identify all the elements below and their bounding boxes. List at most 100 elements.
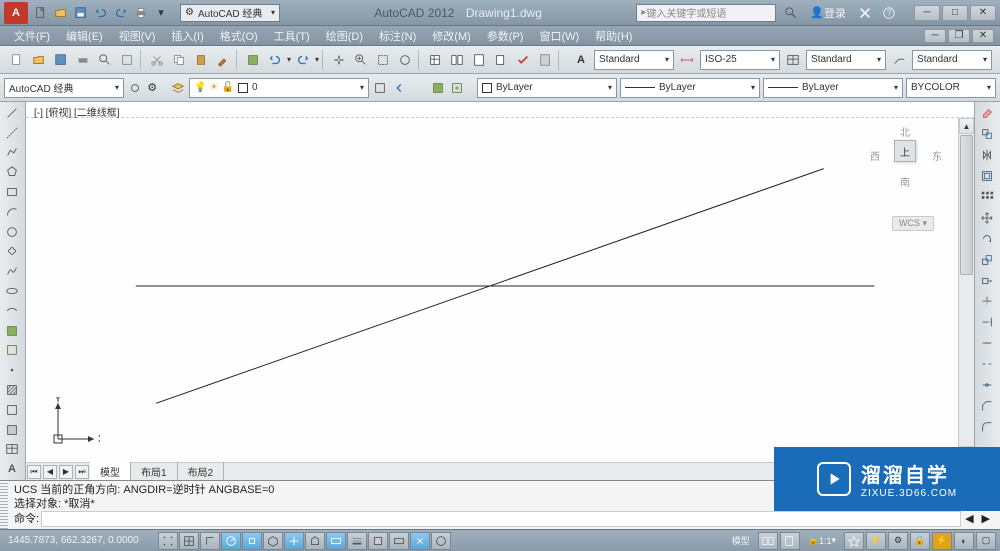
tpy-toggle[interactable] — [368, 532, 388, 550]
layer-dropdown[interactable]: 💡 ☀ 🔓 0 ▾ — [189, 78, 369, 98]
color-dropdown[interactable]: ByLayer▾ — [477, 78, 617, 98]
menu-window[interactable]: 窗口(W) — [531, 26, 587, 46]
workspace-dropdown[interactable]: ⚙ AutoCAD 经典 ▾ — [180, 4, 280, 22]
zoom-window-button[interactable] — [373, 50, 393, 70]
insert-block-button[interactable] — [430, 78, 446, 98]
mleader-style-dropdown[interactable]: Standard▾ — [912, 50, 992, 70]
gradient-tool[interactable] — [2, 401, 22, 419]
insert-block-tool[interactable] — [2, 322, 22, 340]
exchange-icon[interactable] — [856, 4, 874, 22]
doc-minimize-button[interactable]: ─ — [924, 29, 946, 43]
save-icon[interactable] — [72, 4, 90, 22]
drawing-canvas[interactable]: Y X 北 西 东 南 上 WCS ▾ ▲ ▼ — [26, 118, 974, 462]
am-toggle[interactable] — [431, 532, 451, 550]
tab-model[interactable]: 模型 — [90, 462, 131, 481]
rotate-tool[interactable] — [977, 229, 997, 248]
linetype-dropdown[interactable]: ByLayer▾ — [620, 78, 760, 98]
gear-button[interactable]: ⚙ — [146, 78, 158, 98]
tool-palettes-button[interactable] — [469, 50, 489, 70]
clean-screen-icon[interactable]: ▢ — [976, 532, 996, 550]
menu-view[interactable]: 视图(V) — [111, 26, 164, 46]
new-icon[interactable] — [32, 4, 50, 22]
textstyle-icon[interactable]: A — [571, 50, 591, 70]
zoom-previous-button[interactable] — [395, 50, 415, 70]
make-block-button[interactable] — [449, 78, 465, 98]
hatch-tool[interactable] — [2, 381, 22, 399]
polygon-tool[interactable] — [2, 163, 22, 181]
viewcube-top[interactable]: 上 — [894, 140, 916, 162]
scale-tool[interactable] — [977, 250, 997, 269]
menu-param[interactable]: 参数(P) — [479, 26, 532, 46]
preview-button[interactable] — [95, 50, 115, 70]
maximize-button[interactable]: □ — [942, 5, 968, 21]
quickcalc-button[interactable] — [535, 50, 555, 70]
menu-insert[interactable]: 插入(I) — [163, 26, 211, 46]
menu-edit[interactable]: 编辑(E) — [58, 26, 111, 46]
menu-help[interactable]: 帮助(H) — [587, 26, 640, 46]
doc-close-button[interactable]: ✕ — [972, 29, 994, 43]
doc-restore-button[interactable]: ❐ — [948, 29, 970, 43]
tab-prev-button[interactable]: ◀ — [43, 465, 57, 479]
tab-layout2[interactable]: 布局2 — [178, 462, 225, 481]
login-button[interactable]: 👤 登录 — [806, 4, 850, 22]
lineweight-dropdown[interactable]: ByLayer▾ — [763, 78, 903, 98]
break-at-point-tool[interactable] — [977, 334, 997, 353]
revcloud-tool[interactable] — [2, 243, 22, 261]
tab-next-button[interactable]: ▶ — [59, 465, 73, 479]
grid-toggle[interactable] — [179, 532, 199, 550]
erase-tool[interactable] — [977, 104, 997, 123]
app-icon[interactable]: A — [4, 2, 28, 24]
make-block-tool[interactable] — [2, 342, 22, 360]
chamfer-tool[interactable] — [977, 396, 997, 415]
autoscale-toggle[interactable]: ⚡ — [866, 532, 886, 550]
mirror-tool[interactable] — [977, 146, 997, 165]
tab-layout1[interactable]: 布局1 — [131, 462, 178, 481]
dimstyle-icon[interactable] — [677, 50, 697, 70]
cmd-arrow-left-icon[interactable]: ◀ — [961, 512, 977, 526]
dyn-toggle[interactable] — [326, 532, 346, 550]
mleaderstyle-icon[interactable] — [889, 50, 909, 70]
copy-button[interactable] — [169, 50, 189, 70]
quickview-drawings-icon[interactable] — [780, 532, 800, 550]
markup-button[interactable] — [513, 50, 533, 70]
polar-toggle[interactable] — [221, 532, 241, 550]
cut-button[interactable] — [147, 50, 167, 70]
undo-button[interactable] — [265, 50, 285, 70]
copy-tool[interactable] — [977, 125, 997, 144]
ws-switch-icon[interactable]: ⚙ — [888, 532, 908, 550]
zoom-realtime-button[interactable] — [351, 50, 371, 70]
menu-dimension[interactable]: 标注(N) — [371, 26, 424, 46]
design-center-button[interactable] — [447, 50, 467, 70]
ortho-toggle[interactable] — [200, 532, 220, 550]
ducs-toggle[interactable] — [305, 532, 325, 550]
table-tool[interactable] — [2, 441, 22, 459]
annovisibility-toggle[interactable] — [844, 532, 864, 550]
rectangle-tool[interactable] — [2, 183, 22, 201]
minimize-button[interactable]: ─ — [914, 5, 940, 21]
tab-last-button[interactable]: ⏭ — [75, 465, 89, 479]
wcs-badge[interactable]: WCS ▾ — [892, 216, 934, 231]
command-input[interactable] — [41, 511, 961, 527]
status-coordinates[interactable]: 1445.7873, 662.3267, 0.0000 — [4, 535, 154, 546]
save-button[interactable] — [51, 50, 71, 70]
paste-button[interactable] — [191, 50, 211, 70]
otrack-toggle[interactable] — [284, 532, 304, 550]
array-tool[interactable] — [977, 188, 997, 207]
lwt-toggle[interactable] — [347, 532, 367, 550]
line-tool[interactable] — [2, 104, 22, 122]
layer-states-button[interactable] — [372, 78, 388, 98]
workspace-settings-button[interactable] — [127, 78, 143, 98]
redo-button[interactable] — [293, 50, 313, 70]
circle-tool[interactable] — [2, 223, 22, 241]
move-tool[interactable] — [977, 208, 997, 227]
hardware-accel-icon[interactable]: ⚡ — [932, 532, 952, 550]
layer-manager-button[interactable] — [170, 78, 186, 98]
redo-icon[interactable] — [112, 4, 130, 22]
mtext-tool[interactable]: A — [2, 460, 22, 478]
fillet-tool[interactable] — [977, 417, 997, 436]
isolate-objects-icon[interactable]: ◐ — [954, 532, 974, 550]
publish-button[interactable] — [117, 50, 137, 70]
qp-toggle[interactable] — [389, 532, 409, 550]
arc-tool[interactable] — [2, 203, 22, 221]
dim-style-dropdown[interactable]: ISO-25▾ — [700, 50, 780, 70]
